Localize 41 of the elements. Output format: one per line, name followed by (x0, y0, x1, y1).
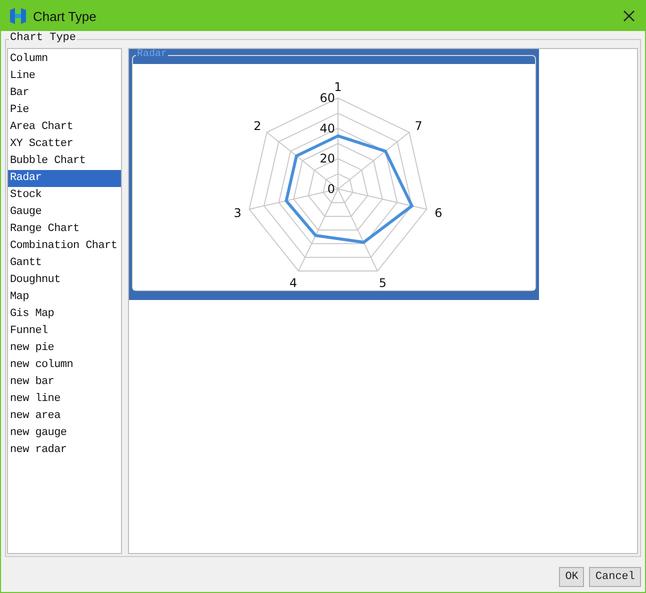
tick-label: 40 (320, 121, 335, 136)
list-item[interactable]: Line (8, 68, 121, 85)
list-item[interactable]: Radar (8, 170, 121, 187)
list-item[interactable]: new radar (8, 442, 121, 459)
list-item[interactable]: Stock (8, 187, 121, 204)
list-item[interactable]: new column (8, 357, 121, 374)
axis-label: 2 (254, 118, 262, 133)
list-item[interactable]: Combination Chart (8, 238, 121, 255)
tick-label: 60 (320, 91, 335, 105)
list-item[interactable]: Doughnut (8, 272, 121, 289)
list-item[interactable]: Gis Map (8, 306, 121, 323)
list-item[interactable]: Gantt (8, 255, 121, 272)
list-item[interactable]: new gauge (8, 425, 121, 442)
list-item[interactable]: Funnel (8, 323, 121, 340)
list-item[interactable]: Map (8, 289, 121, 306)
list-item[interactable]: new pie (8, 340, 121, 357)
dialog-button[interactable]: Cancel (589, 567, 641, 587)
list-item[interactable]: XY Scatter (8, 136, 121, 153)
list-item[interactable]: Area Chart (8, 119, 121, 136)
axis-label: 1 (334, 80, 342, 94)
list-item[interactable]: Bubble Chart (8, 153, 121, 170)
close-icon[interactable] (623, 10, 635, 22)
tick-label: 0 (327, 182, 335, 196)
axis-label: 5 (378, 276, 386, 290)
list-item[interactable]: Pie (8, 102, 121, 119)
dialog-button[interactable]: OK (559, 567, 584, 587)
axis-label: 4 (290, 276, 298, 290)
axis-label: 7 (414, 118, 422, 133)
app-logo-icon (9, 7, 27, 25)
axis-label: 3 (234, 206, 242, 220)
tick-label: 20 (320, 152, 335, 166)
group-title: Chart Type (9, 32, 78, 44)
list-item[interactable]: Gauge (8, 204, 121, 221)
list-item[interactable]: new bar (8, 374, 121, 391)
list-item[interactable]: Column (8, 51, 121, 68)
axis-label: 6 (434, 206, 442, 220)
list-item[interactable]: Range Chart (8, 221, 121, 238)
list-item[interactable]: new area (8, 408, 121, 425)
list-item[interactable]: Bar (8, 85, 121, 102)
list-item[interactable]: new line (8, 391, 121, 408)
window-title: Chart Type (33, 8, 96, 24)
